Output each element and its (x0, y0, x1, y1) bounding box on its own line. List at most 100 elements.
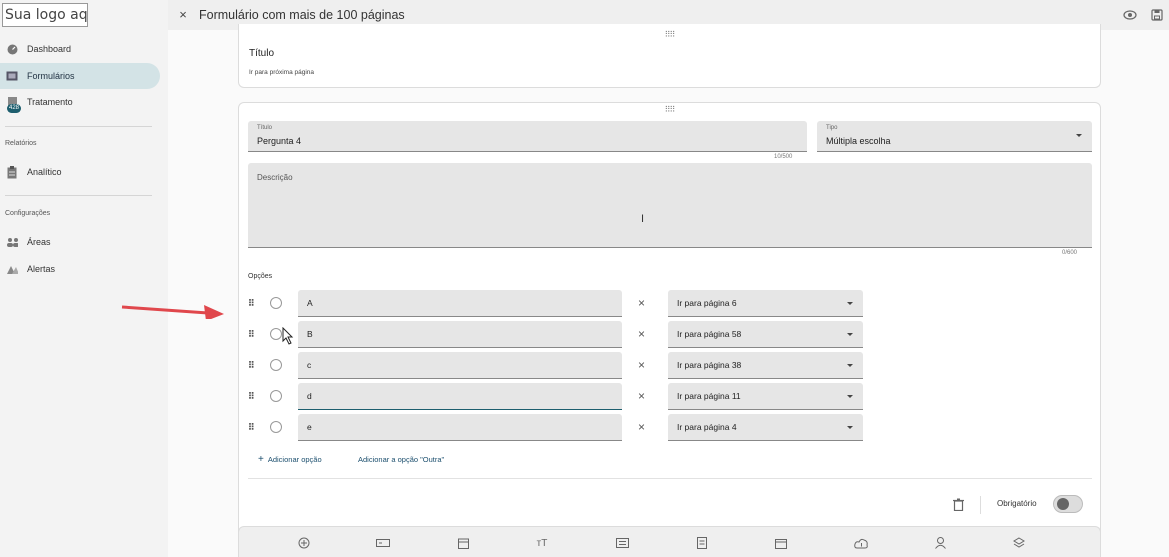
sidebar-item-areas[interactable]: Áreas (0, 229, 160, 255)
notification-badge: 428 (7, 104, 22, 113)
mouse-pointer-icon (282, 326, 294, 350)
option-value: B (307, 329, 313, 339)
goto-page-select[interactable]: Ir para página 11 (668, 383, 863, 410)
divider (980, 496, 981, 514)
required-label: Obrigatório (997, 499, 1037, 508)
field-value: Múltipla escolha (826, 136, 891, 146)
drag-handle-icon[interactable]: ⠿ (248, 360, 255, 371)
divider (5, 195, 152, 196)
toggle-knob (1057, 498, 1069, 510)
caret-down-icon (847, 333, 853, 336)
text-cursor-icon: I (641, 213, 645, 225)
sidebar-item-alertas[interactable]: Alertas (0, 256, 160, 282)
goto-page-select[interactable]: Ir para página 6 (668, 290, 863, 317)
dashboard-icon (6, 43, 18, 55)
drag-handle-icon[interactable]: ⠿⠿ (665, 105, 676, 114)
select-value: Ir para página 11 (677, 391, 741, 401)
options-label: Opções (248, 273, 273, 280)
close-button[interactable]: × (176, 8, 190, 22)
section-title: Título (249, 48, 275, 59)
remove-option-icon[interactable]: × (638, 358, 645, 372)
add-question-icon[interactable] (297, 536, 311, 550)
goto-page-select[interactable]: Ir para página 58 (668, 321, 863, 348)
sidebar: Sua logo aqui Dashboard Formulários Trat… (0, 0, 168, 557)
sidebar-item-tratamento[interactable]: Tratamento 428 (0, 90, 160, 116)
caret-down-icon (847, 426, 853, 429)
description-field[interactable]: Descrição I (248, 163, 1092, 248)
divider (5, 126, 152, 127)
section-label-configuracoes: Configurações (5, 210, 51, 217)
sidebar-item-formularios[interactable]: Formulários (0, 63, 160, 89)
short-text-icon[interactable] (376, 536, 390, 550)
radio-icon (270, 390, 282, 402)
option-value: e (307, 422, 312, 432)
upload-cloud-icon[interactable] (854, 536, 868, 550)
caret-down-icon (847, 395, 853, 398)
select-value: Ir para página 6 (677, 298, 737, 308)
remove-option-icon[interactable]: × (638, 389, 645, 403)
option-input[interactable]: B (298, 321, 622, 348)
add-other-option-button[interactable]: Adicionar a opção "Outra" (358, 455, 444, 464)
preview-eye-icon[interactable] (1123, 8, 1137, 26)
field-label: Tipo (826, 125, 838, 131)
radio-icon (270, 297, 282, 309)
logo: Sua logo aqui (2, 3, 88, 27)
drag-handle-icon[interactable]: ⠿ (248, 391, 255, 402)
title-counter: 10/500 (774, 154, 793, 160)
layers-icon[interactable] (1012, 536, 1026, 550)
drag-handle-icon[interactable]: ⠿⠿ (665, 30, 676, 39)
form-title: Formulário com mais de 100 páginas (199, 8, 405, 22)
remove-option-icon[interactable]: × (638, 296, 645, 310)
required-toggle[interactable] (1053, 495, 1083, 513)
field-placeholder: Descrição (257, 173, 293, 182)
drag-handle-icon[interactable]: ⠿ (248, 422, 255, 433)
caret-down-icon (847, 302, 853, 305)
goto-page-select[interactable]: Ir para página 4 (668, 414, 863, 441)
sidebar-item-analitico[interactable]: Analítico (0, 159, 160, 185)
option-row: ⠿ A × Ir para página 6 (248, 290, 868, 318)
option-row: ⠿ B × Ir para página 58 (248, 321, 868, 349)
option-input[interactable]: d (298, 383, 622, 410)
sidebar-item-label: Alertas (27, 264, 56, 274)
option-value: d (307, 391, 312, 401)
remove-option-icon[interactable]: × (638, 420, 645, 434)
question-type-select[interactable]: Tipo Múltipla escolha (817, 121, 1092, 152)
sidebar-item-label: Áreas (27, 237, 51, 247)
option-input[interactable]: A (298, 290, 622, 317)
image-icon[interactable] (615, 536, 629, 550)
people-icon (6, 236, 18, 248)
calendar-icon[interactable] (456, 536, 470, 550)
person-icon[interactable] (933, 536, 947, 550)
caret-down-icon (847, 364, 853, 367)
bottom-toolbar: тT (238, 526, 1101, 557)
add-option-label: Adicionar opção (267, 455, 322, 464)
option-input[interactable]: e (298, 414, 622, 441)
date-icon[interactable] (774, 536, 788, 550)
forms-icon (6, 70, 18, 82)
save-icon[interactable] (1151, 8, 1163, 26)
text-format-icon[interactable]: тT (535, 536, 549, 550)
drag-handle-icon[interactable]: ⠿ (248, 298, 255, 309)
field-value: Pergunta 4 (257, 136, 302, 146)
remove-option-icon[interactable]: × (638, 327, 645, 341)
section-label-relatorios: Relatórios (5, 140, 37, 147)
alert-icon (6, 263, 18, 275)
clipboard-icon (6, 165, 18, 178)
sidebar-item-label: Analítico (27, 167, 62, 177)
sidebar-item-label: Formulários (27, 71, 75, 81)
document-icon[interactable] (695, 536, 709, 550)
caret-down-icon (1076, 134, 1082, 137)
delete-icon[interactable] (953, 498, 964, 516)
add-option-button[interactable]: + Adicionar opção (258, 454, 322, 465)
sidebar-item-label: Tratamento (27, 96, 73, 107)
sidebar-item-dashboard[interactable]: Dashboard (0, 36, 160, 62)
plus-icon: + (258, 454, 264, 465)
select-value: Ir para página 58 (677, 329, 742, 339)
option-value: A (307, 298, 313, 308)
radio-icon (270, 421, 282, 433)
option-input[interactable]: c (298, 352, 622, 379)
question-title-field[interactable]: Título Pergunta 4 (248, 121, 807, 152)
goto-page-select[interactable]: Ir para página 38 (668, 352, 863, 379)
drag-handle-icon[interactable]: ⠿ (248, 329, 255, 340)
page-break-card: ⠿⠿ Título Ir para próxima página (238, 24, 1101, 88)
